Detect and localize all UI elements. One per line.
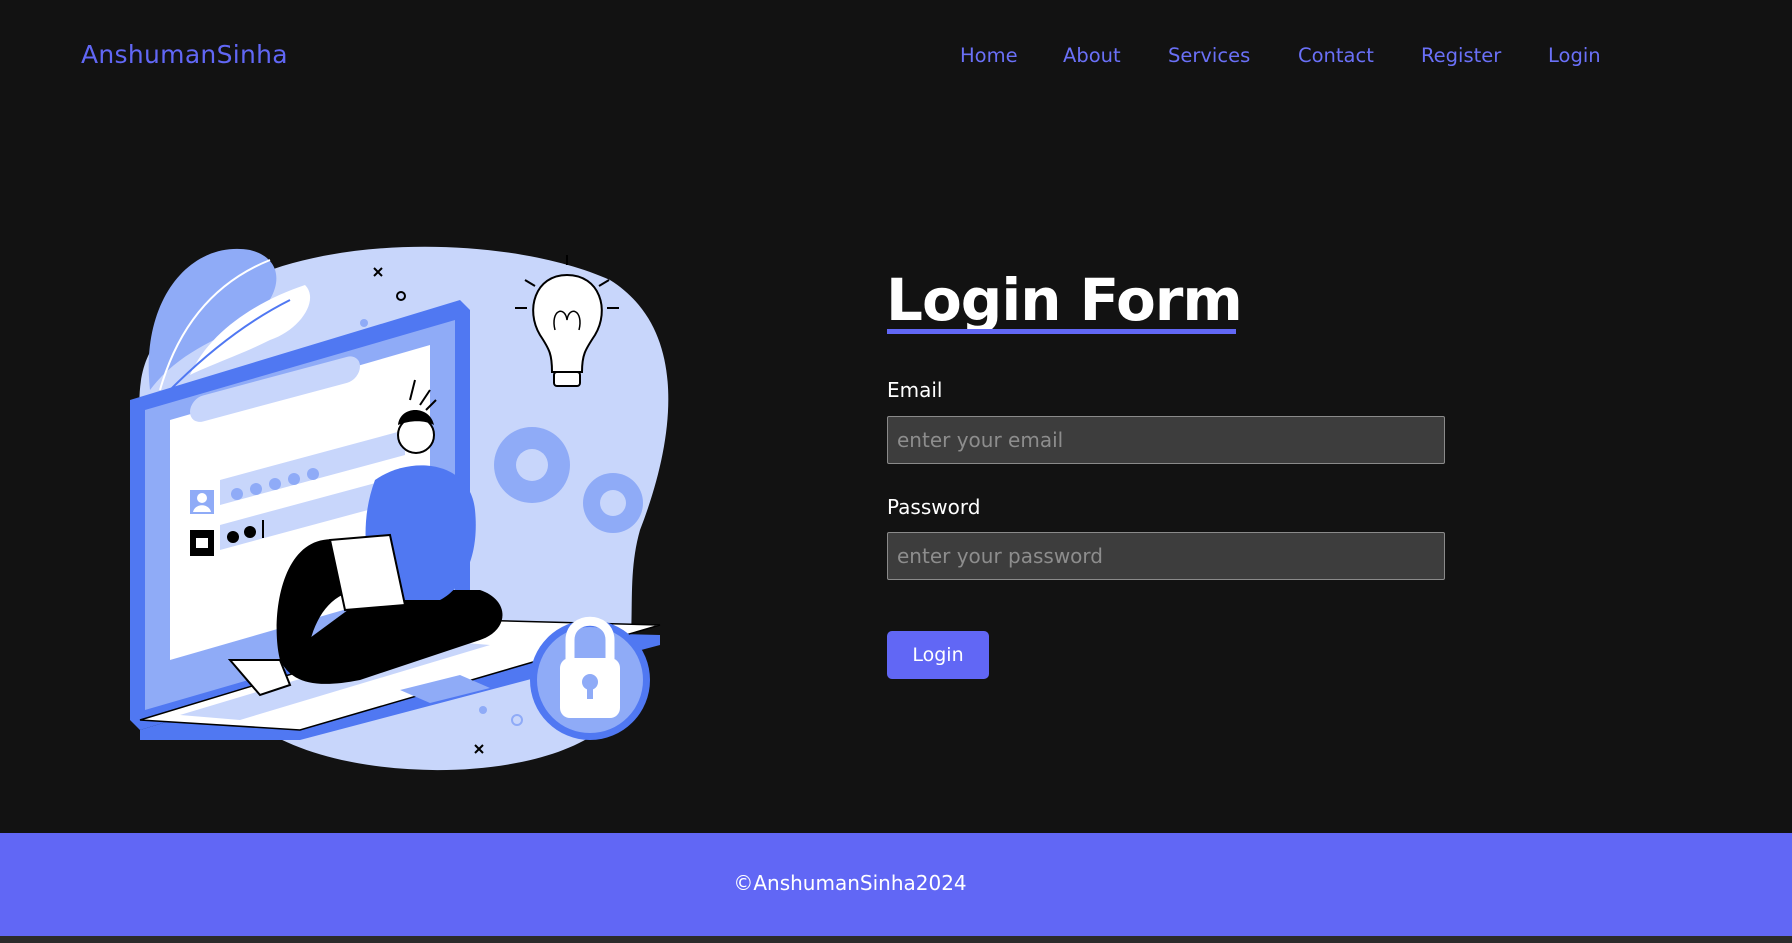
nav-register[interactable]: Register bbox=[1421, 44, 1501, 67]
password-label: Password bbox=[887, 495, 981, 519]
login-illustration bbox=[130, 246, 669, 771]
password-input[interactable] bbox=[887, 532, 1445, 580]
nav-about[interactable]: About bbox=[1063, 44, 1121, 67]
lock-icon bbox=[190, 530, 214, 556]
padlock-icon bbox=[530, 616, 650, 740]
nav-services[interactable]: Services bbox=[1168, 44, 1250, 67]
user-icon bbox=[190, 490, 214, 514]
form-title: Login Form bbox=[886, 266, 1243, 334]
bottom-strip bbox=[0, 936, 1792, 943]
footer: ©AnshumanSinha2024 bbox=[0, 833, 1792, 936]
nav-login[interactable]: Login bbox=[1548, 44, 1601, 67]
nav-contact[interactable]: Contact bbox=[1298, 44, 1374, 67]
title-underline bbox=[887, 329, 1236, 334]
login-page: AnshumanSinha Home About Services Contac… bbox=[0, 0, 1792, 943]
email-input[interactable] bbox=[887, 416, 1445, 464]
footer-copyright: ©AnshumanSinha2024 bbox=[733, 871, 967, 895]
main-nav: Home About Services Contact Register Log… bbox=[0, 44, 1792, 74]
login-button[interactable]: Login bbox=[887, 631, 989, 679]
email-label: Email bbox=[887, 378, 943, 402]
nav-home[interactable]: Home bbox=[960, 44, 1018, 67]
